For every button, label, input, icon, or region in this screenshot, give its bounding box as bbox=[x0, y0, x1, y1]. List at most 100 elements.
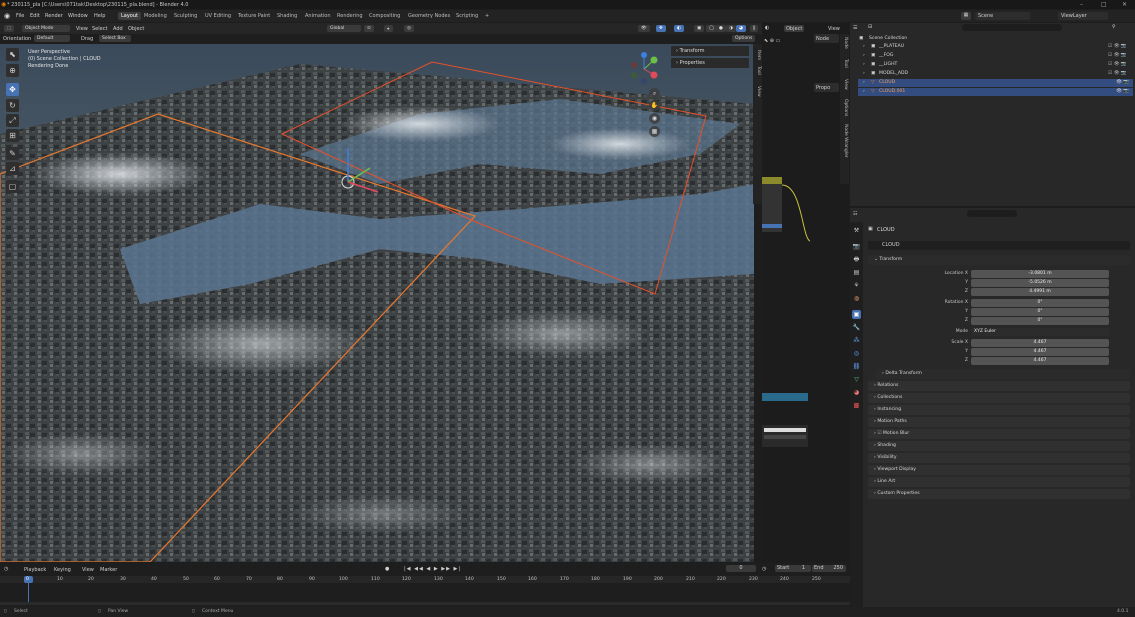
tab-tool[interactable]: Tool bbox=[754, 66, 761, 75]
scene-name[interactable]: Scene bbox=[975, 12, 1030, 20]
tab-rendering[interactable]: Rendering bbox=[334, 12, 366, 20]
delta-transform-header[interactable]: › Delta Transform bbox=[876, 369, 1130, 379]
tab-item[interactable]: Item bbox=[754, 50, 761, 60]
menu-timeline-view[interactable]: View bbox=[82, 567, 94, 573]
blender-menu-icon[interactable]: ◉ bbox=[4, 12, 10, 20]
xray-icon[interactable]: ▣ bbox=[694, 25, 705, 32]
tab-animation[interactable]: Animation bbox=[302, 12, 334, 20]
node-tab-view[interactable]: View bbox=[841, 79, 848, 90]
proportional-icon[interactable]: ◎ bbox=[404, 25, 414, 32]
properties-search-input[interactable] bbox=[967, 210, 1017, 217]
shading-panel[interactable]: › Shading bbox=[868, 441, 1130, 451]
location-z-field[interactable]: 4.4991 m bbox=[971, 288, 1109, 296]
node-object-select[interactable]: Object bbox=[784, 25, 804, 32]
outliner-item-selected[interactable]: › ▽ CLOUD 👁 📷 bbox=[858, 79, 1133, 87]
modifier-tab-icon[interactable]: 🔧 bbox=[852, 323, 861, 332]
editor-type-icon[interactable]: ⬚ bbox=[4, 25, 15, 32]
material-tab-icon[interactable]: ◕ bbox=[852, 388, 861, 397]
select-tool-icon[interactable]: ⬉ bbox=[6, 48, 19, 61]
menu-select[interactable]: Select bbox=[92, 26, 107, 32]
tab-modeling[interactable]: Modeling bbox=[141, 12, 170, 20]
options-dropdown[interactable]: Options bbox=[732, 35, 756, 42]
outliner-item[interactable]: › ▣ MODEL_ADD ☑ 👁 📷 bbox=[858, 70, 1133, 78]
menu-object[interactable]: Object bbox=[128, 26, 144, 32]
menu-file[interactable]: File bbox=[16, 13, 24, 19]
measure-tool-icon[interactable]: ⊿ bbox=[6, 162, 19, 175]
viewport-display-panel[interactable]: › Viewport Display bbox=[868, 465, 1130, 475]
outliner-type-icon[interactable]: ☰ bbox=[853, 25, 857, 31]
tool-tab-icon[interactable]: ⚒ bbox=[852, 226, 861, 235]
checkbox-icon[interactable]: ☑ bbox=[877, 431, 881, 436]
shading-rendered-icon[interactable]: ◕ bbox=[736, 25, 746, 32]
menu-keying[interactable]: Keying bbox=[54, 567, 71, 573]
add-workspace-icon[interactable]: + bbox=[482, 12, 492, 20]
scene-icon[interactable]: ▦ bbox=[961, 12, 971, 20]
scene-tab-icon[interactable]: ⚘ bbox=[852, 281, 861, 290]
node-toolbar-icons[interactable]: ⬉ ⊕ ▭ bbox=[764, 38, 780, 44]
transform-tool-icon[interactable]: ⊞ bbox=[6, 129, 19, 142]
menu-marker[interactable]: Marker bbox=[100, 567, 117, 573]
node-tab-options[interactable]: Options bbox=[841, 99, 848, 116]
node-tab-wrangler[interactable]: Node Wrangler bbox=[841, 124, 848, 158]
constraints-tab-icon[interactable]: ⛓ bbox=[852, 362, 861, 371]
navigation-gizmo[interactable] bbox=[625, 52, 663, 86]
tab-texture-paint[interactable]: Texture Paint bbox=[235, 12, 273, 20]
view-layer-name[interactable]: ViewLayer bbox=[1058, 12, 1108, 20]
custom-properties-panel[interactable]: › Custom Properties bbox=[868, 489, 1130, 499]
outliner-item[interactable]: › ▣ __LIGHT ☑ 👁 📷 bbox=[858, 61, 1133, 69]
timeline-scrollbar[interactable] bbox=[0, 602, 850, 605]
data-tab-icon[interactable]: ▽ bbox=[852, 375, 861, 384]
object-name-field[interactable]: CLOUD bbox=[868, 241, 1130, 250]
motion-blur-panel[interactable]: › ☑ Motion Blur bbox=[868, 429, 1130, 439]
physics-tab-icon[interactable]: ◎ bbox=[852, 349, 861, 358]
object-tab-icon[interactable]: ▣ bbox=[852, 310, 861, 319]
menu-edit[interactable]: Edit bbox=[30, 13, 40, 19]
location-x-field[interactable]: -3.0801 m bbox=[971, 270, 1109, 278]
node-editor[interactable]: ◐ Object View ⬉ ⊕ ▭ Node Propo Node Tool… bbox=[762, 23, 849, 562]
tab-scripting[interactable]: Scripting bbox=[453, 12, 481, 20]
pan-hand-icon[interactable]: ✋ bbox=[649, 100, 660, 111]
checkbox-icon[interactable]: ☑ 👁 📷 bbox=[1108, 44, 1127, 49]
visibility-icon[interactable]: 👁 bbox=[638, 25, 650, 32]
zoom-icon[interactable]: ⌕ bbox=[649, 88, 660, 99]
outliner-item[interactable]: › ▣ __FOG ☑ 👁 📷 bbox=[858, 52, 1133, 60]
move-tool-icon[interactable]: ✥ bbox=[6, 83, 19, 96]
visibility-icon[interactable]: 👁 📷 bbox=[1116, 89, 1129, 94]
menu-window[interactable]: Window bbox=[68, 13, 88, 19]
relations-panel[interactable]: › Relations bbox=[868, 381, 1130, 391]
outliner-search-input[interactable] bbox=[962, 24, 1062, 31]
timeline-type-icon[interactable]: ◷ bbox=[4, 566, 8, 572]
node-tab-tool[interactable]: Tool bbox=[841, 59, 848, 68]
node-block-2[interactable] bbox=[762, 425, 808, 447]
tab-geometry-nodes[interactable]: Geometry Nodes bbox=[405, 12, 453, 20]
tab-view[interactable]: View bbox=[754, 86, 761, 97]
drag-select[interactable]: Select Box bbox=[99, 35, 131, 42]
rotation-z-field[interactable]: 0° bbox=[971, 317, 1109, 325]
visibility-panel[interactable]: › Visibility bbox=[868, 453, 1130, 463]
rotation-x-field[interactable]: 0° bbox=[971, 299, 1109, 307]
pivot-icon[interactable]: ⊙ bbox=[364, 25, 374, 32]
node-tab-label[interactable]: Node bbox=[814, 34, 839, 43]
node-tab-node[interactable]: Node bbox=[841, 37, 848, 49]
menu-add[interactable]: Add bbox=[113, 26, 123, 32]
scale-tool-icon[interactable]: ⤢ bbox=[6, 114, 19, 127]
outliner-item[interactable]: › ▣ __PLATEAU ☑ 👁 📷 bbox=[858, 43, 1133, 51]
outliner-item-selected[interactable]: › ▽ CLOUD.001 👁 📷 bbox=[858, 88, 1133, 96]
visibility-icon[interactable]: 👁 📷 bbox=[1116, 80, 1129, 85]
start-frame-field[interactable]: Start 1 bbox=[775, 565, 811, 572]
camera-view-icon[interactable]: ◉ bbox=[649, 113, 660, 124]
scale-z-field[interactable]: 4.467 bbox=[971, 357, 1109, 365]
properties-type-icon[interactable]: ☷ bbox=[853, 211, 857, 217]
overlay-toggle-icon[interactable]: ◐ bbox=[674, 25, 684, 32]
checkbox-icon[interactable]: ☑ 👁 📷 bbox=[1108, 62, 1127, 67]
snap-icon[interactable]: ⌖ bbox=[384, 25, 393, 32]
output-tab-icon[interactable]: 🖶 bbox=[852, 255, 861, 264]
add-cube-tool-icon[interactable]: ▢ bbox=[6, 180, 19, 193]
record-icon[interactable]: ● bbox=[385, 566, 389, 572]
texture-tab-icon[interactable]: ▩ bbox=[852, 401, 861, 410]
ortho-toggle-icon[interactable]: ▦ bbox=[649, 126, 660, 137]
node-proportional-label[interactable]: Propo bbox=[814, 83, 839, 92]
annotate-tool-icon[interactable]: ✎ bbox=[6, 147, 19, 160]
rotation-mode-select[interactable]: XYZ Euler bbox=[971, 328, 1109, 336]
current-frame-field[interactable]: 0 bbox=[726, 565, 756, 572]
